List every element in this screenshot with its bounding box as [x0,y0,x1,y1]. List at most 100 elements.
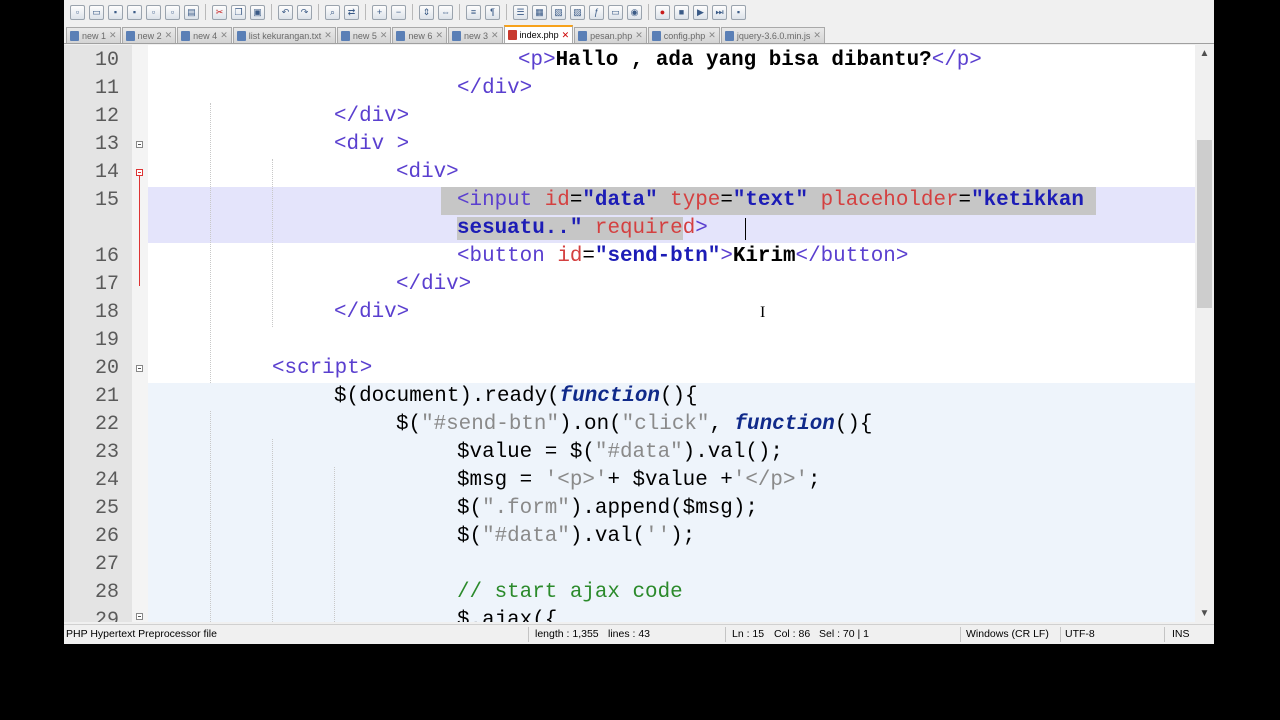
line-number: 23 [94,441,119,464]
new-file-icon[interactable]: ▫ [70,4,85,20]
copy-icon[interactable]: ❐ [231,4,246,20]
code-line-26: $("#data").val(''); [457,523,695,551]
tab-label: pesan.php [590,30,633,41]
html-attribute-value: sesuatu.." [457,217,583,240]
js-code: (){ [834,413,873,436]
fold-margin [132,45,148,622]
code-line-17: </div> [396,271,471,299]
close-icon[interactable]: ✕ [324,30,332,41]
tab-new-6[interactable]: new 6 ✕ [392,27,447,43]
js-code: ; [808,469,821,492]
line-number: 12 [94,105,119,128]
replace-icon[interactable]: ⇄ [344,4,359,20]
close-icon[interactable]: ✕ [708,30,716,41]
print-icon[interactable]: ▤ [184,4,199,20]
toolbar-separator [459,4,460,20]
scroll-up-arrow-icon[interactable]: ▲ [1195,45,1214,62]
html-attribute-value: "send-btn" [594,245,721,268]
tab-index-php[interactable]: index.php ✕ [503,25,574,43]
js-comment: // start ajax code [457,581,683,604]
tab-label: new 4 [193,30,218,41]
status-encoding[interactable]: UTF-8 [1065,628,1095,640]
close-icon[interactable]: ✕ [220,30,228,41]
zoom-in-icon[interactable]: + [372,4,387,20]
cut-icon[interactable]: ✂ [212,4,227,20]
html-attribute: type [670,189,721,212]
run-macro-multiple-icon[interactable]: ⏭ [712,4,727,20]
record-macro-icon[interactable]: ● [655,4,670,20]
js-code: $.ajax({ [457,609,558,622]
code-editor[interactable]: 10 11 12 13 14 15 16 17 18 19 20 21 22 2… [64,45,1214,622]
tab-new-3[interactable]: new 3 ✕ [447,27,503,43]
code-line-24: $msg = '<p>'+ $value +'</p>'; [457,467,821,495]
close-icon[interactable]: ✕ [165,30,173,41]
close-icon[interactable]: ✕ [109,30,117,41]
status-line-ending[interactable]: Windows (CR LF) [966,628,1049,640]
close-icon[interactable]: ✕ [562,30,570,41]
save-macro-icon[interactable]: ▪ [731,4,746,20]
folder-workspace-icon[interactable]: ▭ [608,4,623,20]
js-string: '' [645,525,671,548]
line-number: 16 [94,245,119,268]
tab-label: new 1 [82,30,107,41]
scrollbar-thumb[interactable] [1197,140,1212,308]
fold-toggle-icon[interactable] [136,365,143,372]
close-all-icon[interactable]: ▫ [165,4,180,20]
code-line-10: <p>Hallo , ada yang bisa dibantu?</p> [518,47,982,75]
save-icon[interactable]: ▪ [108,4,123,20]
indent-guide-icon[interactable]: ☰ [513,4,528,20]
tab-new-5[interactable]: new 5 ✕ [336,27,392,43]
js-code: (){ [659,385,698,408]
close-icon[interactable]: ✕ [491,30,499,41]
tab-new-4[interactable]: new 4 ✕ [177,27,232,43]
html-tag: <div > [334,133,410,156]
tab-new-2[interactable]: new 2 ✕ [121,27,177,43]
sync-vertical-icon[interactable]: ⇕ [419,4,434,20]
language-icon[interactable]: ▦ [532,4,547,20]
close-icon[interactable]: ✕ [435,30,443,41]
zoom-out-icon[interactable]: − [391,4,406,20]
toolbar-separator [365,4,366,20]
stop-recording-icon[interactable]: ■ [674,4,689,20]
save-all-icon[interactable]: ▪ [127,4,142,20]
status-length: length : 1,355 [535,628,599,640]
close-icon[interactable]: ✕ [635,30,643,41]
fold-toggle-icon[interactable] [136,141,143,148]
paste-icon[interactable]: ▣ [250,4,265,20]
redo-icon[interactable]: ↷ [297,4,312,20]
file-icon [181,30,191,41]
monitoring-icon[interactable]: ◉ [627,4,642,20]
js-code: + $value + [607,469,733,492]
operator: = [958,189,972,212]
file-icon [396,30,406,41]
js-code: $( [396,413,422,436]
open-file-icon[interactable]: ▭ [89,4,104,20]
code-line-21: $(document).ready(function(){ [334,383,698,411]
code-area[interactable]: <p>Hallo , ada yang bisa dibantu?</p> </… [148,45,1195,622]
close-file-icon[interactable]: ▫ [146,4,161,20]
scroll-down-arrow-icon[interactable]: ▼ [1195,605,1214,622]
fold-toggle-icon[interactable] [136,613,143,620]
tab-new-1[interactable]: new 1 ✕ [66,27,121,43]
vertical-scrollbar[interactable]: ▲ ▼ [1195,45,1214,622]
tab-config-php[interactable]: config.php ✕ [647,27,720,43]
document-list-icon[interactable]: ▨ [570,4,585,20]
status-divider [725,627,726,642]
tab-jquery[interactable]: jquery-3.6.0.min.js ✕ [720,27,825,43]
tab-pesan-php[interactable]: pesan.php ✕ [574,27,647,43]
word-wrap-icon[interactable]: ≡ [466,4,481,20]
show-all-characters-icon[interactable]: ¶ [485,4,500,20]
find-icon[interactable]: ⌕ [325,4,340,20]
fold-toggle-icon[interactable] [136,169,143,176]
sync-horizontal-icon[interactable]: ⇔ [438,4,453,20]
html-tag: <script> [272,357,373,380]
status-divider [960,627,961,642]
play-macro-icon[interactable]: ▶ [693,4,708,20]
close-icon[interactable]: ✕ [813,30,821,41]
document-map-icon[interactable]: ▧ [551,4,566,20]
status-insert-mode[interactable]: INS [1172,628,1190,640]
function-list-icon[interactable]: ƒ [589,4,604,20]
tab-list-kekurangan[interactable]: list kekurangan.txt ✕ [232,27,336,43]
undo-icon[interactable]: ↶ [278,4,293,20]
close-icon[interactable]: ✕ [380,30,388,41]
